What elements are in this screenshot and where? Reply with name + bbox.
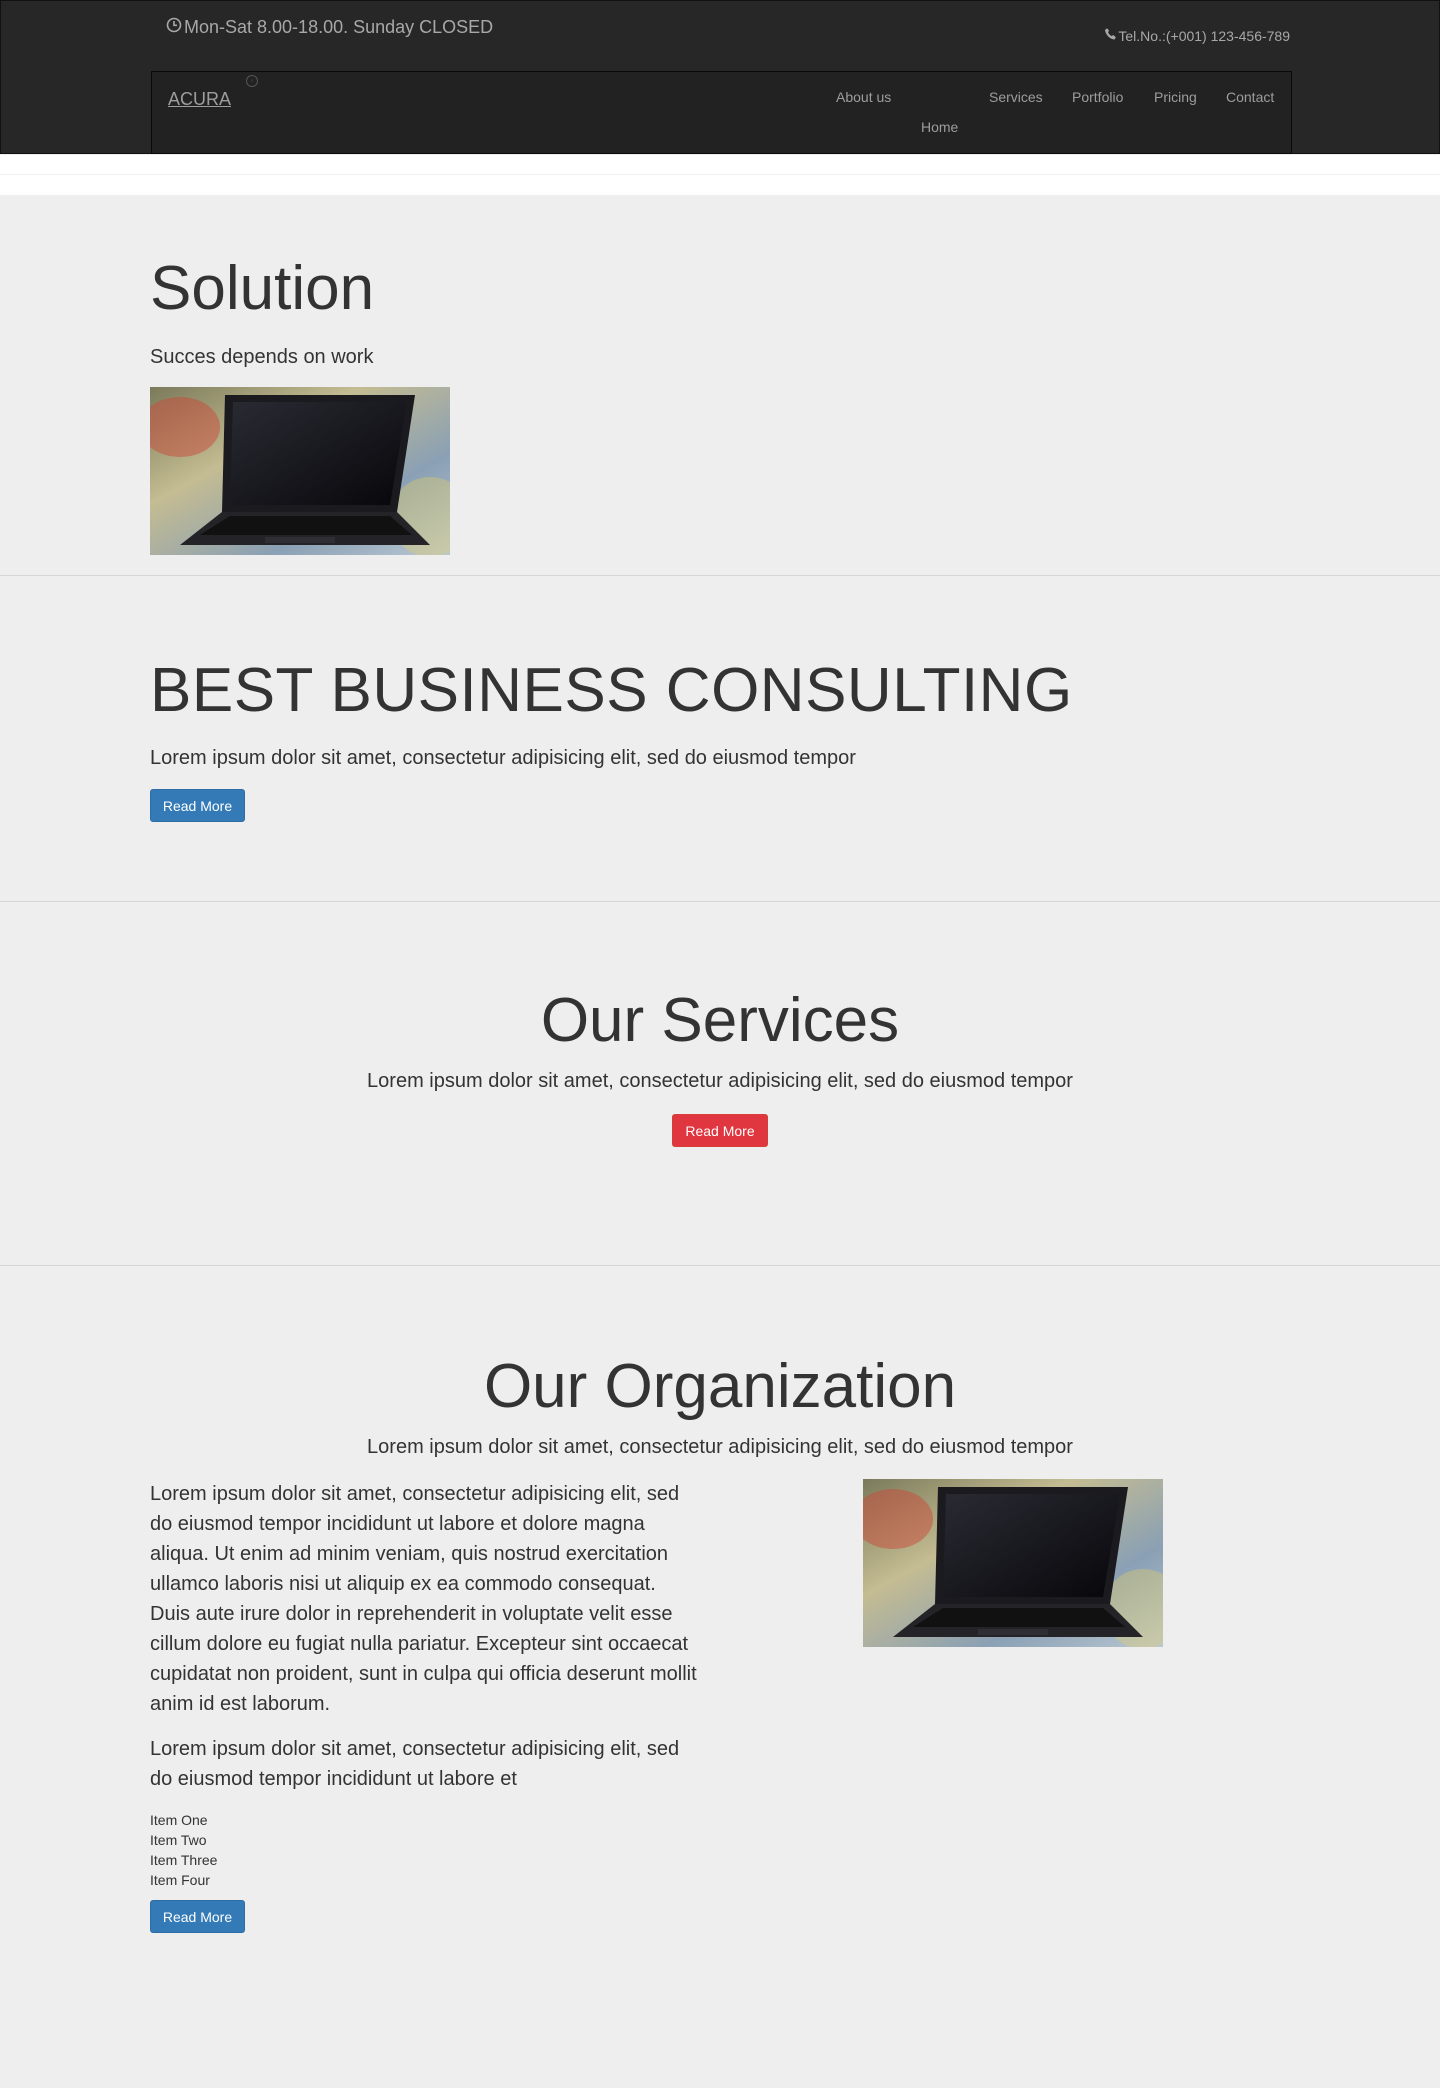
top-header: Mon-Sat 8.00-18.00. Sunday CLOSED Tel.No… bbox=[0, 0, 1440, 154]
services-read-more-button[interactable]: Read More bbox=[672, 1114, 768, 1147]
services-title: Our Services bbox=[540, 986, 900, 1055]
organization-section-header: Our Organization Lorem ipsum dolor sit a… bbox=[0, 1356, 1440, 1459]
phone-text: Tel.No.:(+001) 123-456-789 bbox=[1118, 27, 1290, 44]
hero-lead: Lorem ipsum dolor sit amet, consectetur … bbox=[150, 747, 856, 769]
nav-pricing[interactable]: Pricing bbox=[1154, 89, 1197, 105]
services-section: Our Services Lorem ipsum dolor sit amet,… bbox=[0, 990, 1440, 1093]
organization-read-more-button[interactable]: Read More bbox=[150, 1900, 245, 1933]
section-divider bbox=[0, 1265, 1440, 1266]
opening-hours-text: Mon-Sat 8.00-18.00. Sunday CLOSED bbox=[184, 17, 494, 37]
nav-portfolio[interactable]: Portfolio bbox=[1072, 89, 1123, 105]
clock-icon bbox=[166, 17, 184, 38]
services-lead: Lorem ipsum dolor sit amet, consectetur … bbox=[367, 1070, 1073, 1092]
nav-home[interactable]: Home bbox=[921, 119, 958, 135]
nav-about-us[interactable]: About us bbox=[836, 89, 891, 105]
divider bbox=[0, 174, 1440, 175]
nav-contact[interactable]: Contact bbox=[1226, 89, 1274, 105]
brand-mark-icon: ◦ bbox=[246, 75, 258, 87]
list-item: Item One bbox=[150, 1812, 208, 1828]
nav-services[interactable]: Services bbox=[989, 89, 1043, 105]
opening-hours: Mon-Sat 8.00-18.00. Sunday CLOSED bbox=[166, 17, 493, 38]
solution-subtitle: Succes depends on work bbox=[150, 346, 374, 368]
laptop-image bbox=[150, 387, 450, 555]
list-item: Item Three bbox=[150, 1852, 218, 1868]
organization-lead: Lorem ipsum dolor sit amet, consectetur … bbox=[367, 1436, 1073, 1458]
section-divider bbox=[0, 575, 1440, 576]
organization-paragraph-2: Lorem ipsum dolor sit amet, consectetur … bbox=[150, 1738, 680, 1790]
main-navbar: ACURA ◦ About us Home Services Portfolio… bbox=[151, 71, 1292, 154]
brand-logo[interactable]: ACURA bbox=[168, 89, 231, 110]
list-item: Item Two bbox=[150, 1832, 207, 1848]
organization-title: Our Organization bbox=[483, 1352, 957, 1421]
organization-item-list: Item One Item Two Item Three Item Four bbox=[150, 1810, 217, 1890]
hero-title: BEST BUSINESS CONSULTING bbox=[150, 656, 1073, 725]
organization-paragraph-1: Lorem ipsum dolor sit amet, consectetur … bbox=[150, 1483, 697, 1715]
list-item: Item Four bbox=[150, 1872, 210, 1888]
laptop-image bbox=[863, 1479, 1163, 1647]
phone-number: Tel.No.:(+001) 123-456-789 bbox=[1104, 27, 1290, 44]
phone-icon bbox=[1104, 27, 1118, 44]
section-divider bbox=[0, 901, 1440, 902]
header-spacer bbox=[0, 155, 1440, 195]
hero-read-more-button[interactable]: Read More bbox=[150, 789, 245, 822]
solution-title: Solution bbox=[150, 254, 375, 323]
